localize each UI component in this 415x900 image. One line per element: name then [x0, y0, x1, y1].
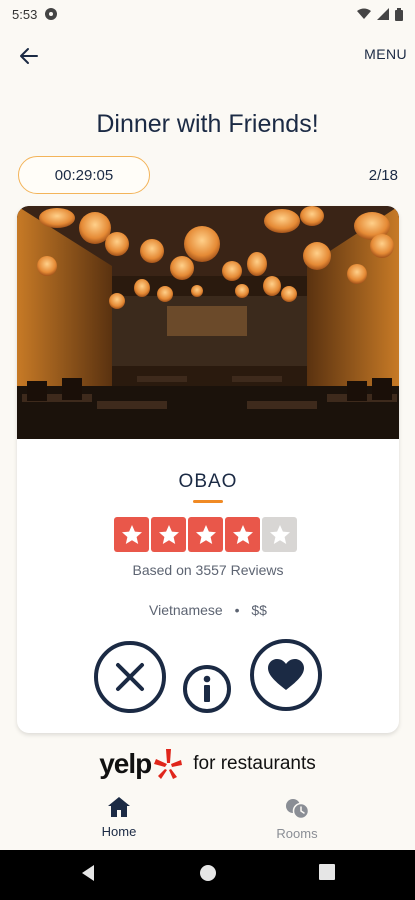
info-button[interactable]	[183, 665, 231, 713]
restaurant-meta: Vietnamese • $$	[17, 602, 399, 618]
reject-button[interactable]	[94, 641, 166, 713]
battery-icon	[395, 7, 403, 21]
star-icon	[188, 517, 223, 552]
yelp-burst-icon	[154, 749, 183, 779]
name-underline	[193, 500, 223, 503]
star-icon	[225, 517, 260, 552]
yelp-logo-text: yelp	[99, 748, 152, 779]
nav-home[interactable]: Home	[69, 796, 169, 839]
bottom-nav: Home Rooms	[0, 790, 415, 850]
restaurant-counter: 2/18	[368, 167, 398, 184]
timer-value: 00:29:05	[54, 166, 114, 184]
star-rating	[114, 517, 297, 552]
signal-icon	[377, 8, 389, 20]
nav-home-label: Home	[101, 824, 137, 839]
nav-rooms-label: Rooms	[276, 826, 318, 841]
page-title: Dinner with Friends!	[96, 110, 319, 138]
arrow-left-icon	[20, 48, 38, 64]
price-label: $$	[251, 602, 267, 618]
system-recents-icon[interactable]	[319, 864, 335, 880]
status-time: 5:53	[12, 6, 38, 22]
settings-gear-icon	[45, 8, 58, 20]
like-button[interactable]	[250, 639, 322, 711]
yelp-branding: yelp for restaurants	[0, 742, 415, 786]
star-icon	[151, 517, 186, 552]
system-home-icon[interactable]	[199, 864, 217, 882]
session-timer: 00:29:05	[18, 156, 150, 194]
back-button[interactable]	[14, 42, 44, 70]
menu-button[interactable]: MENU	[364, 46, 407, 62]
yelp-tagline: for restaurants	[193, 753, 316, 774]
home-icon	[108, 797, 130, 817]
status-bar: 5:53	[0, 0, 415, 28]
app-bar: MENU	[0, 38, 415, 74]
status-icons	[357, 7, 403, 21]
star-empty-icon	[262, 517, 297, 552]
restaurant-photo	[17, 206, 399, 439]
nav-rooms[interactable]: Rooms	[247, 796, 347, 841]
cuisine-label: Vietnamese	[149, 602, 223, 618]
info-icon	[203, 675, 211, 702]
system-nav-bar	[0, 850, 415, 900]
restaurant-card[interactable]: OBAO Based on 3557 Reviews Vietnamese • …	[17, 206, 399, 733]
meta-separator: •	[234, 602, 240, 618]
restaurant-interior-image	[17, 206, 399, 439]
rooms-icon	[286, 799, 310, 820]
wifi-icon	[357, 8, 371, 19]
review-count: Based on 3557 Reviews	[132, 562, 284, 578]
heart-icon	[268, 659, 304, 690]
restaurant-name: OBAO	[178, 471, 238, 492]
system-back-icon[interactable]	[80, 864, 96, 882]
close-icon	[116, 663, 144, 691]
star-icon	[114, 517, 149, 552]
